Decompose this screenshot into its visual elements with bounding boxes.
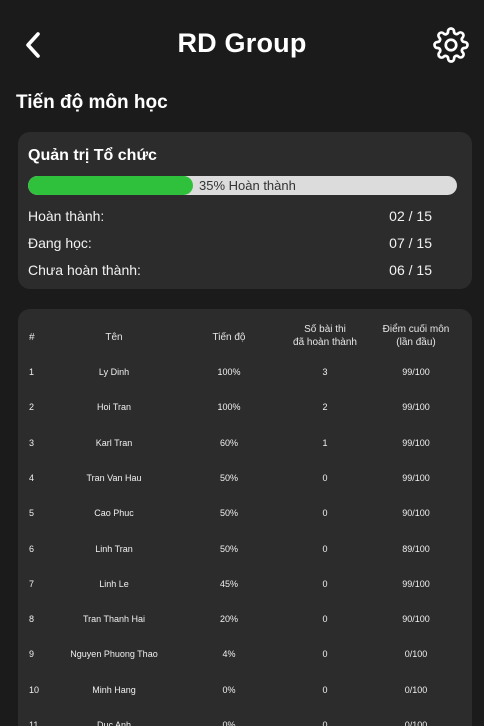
table-row[interactable]: 8 Tran Thanh Hai 20% 0 90/100 [18, 614, 472, 634]
cell-score: 99/100 [402, 367, 430, 377]
cell-index: 10 [29, 684, 40, 695]
stat-value: 06 / 15 [389, 262, 432, 278]
progress-label: 35% Hoàn thành [199, 178, 296, 193]
course-progress-bar: 35% Hoàn thành [28, 176, 457, 195]
cell-tests: 0 [322, 472, 328, 483]
header-score: Điểm cuối môn (lần đầu) [374, 323, 458, 349]
cell-progress: 50% [219, 508, 238, 519]
cell-progress: 4% [222, 649, 236, 660]
cell-progress: 50% [219, 472, 238, 483]
cell-score: 99/100 [402, 472, 430, 483]
gear-icon [433, 27, 469, 63]
cell-score: 90/100 [402, 508, 430, 519]
cell-index: 1 [29, 367, 35, 377]
stat-label: Hoàn thành: [28, 208, 105, 224]
cell-name: Duc Anh [96, 720, 132, 726]
header-tests: Số bài thi đã hoàn thành [280, 323, 370, 349]
cell-name: Cao Phuc [94, 508, 134, 519]
stat-value: 07 / 15 [389, 235, 432, 251]
cell-tests: 0 [322, 684, 328, 695]
table-row[interactable]: 10 Minh Hang 0% 0 0/100 [18, 685, 472, 705]
cell-tests: 0 [322, 578, 328, 589]
header-tests-line1: Số bài thi [304, 324, 346, 335]
header: RD Group [0, 0, 484, 90]
cell-score: 99/100 [402, 437, 430, 448]
table-row[interactable]: 7 Linh Le 45% 0 99/100 [18, 579, 472, 599]
cell-tests: 3 [322, 367, 328, 377]
course-name: Quản trị Tổ chức [28, 147, 157, 164]
cell-tests: 1 [322, 437, 328, 448]
stat-not-completed: Chưa hoàn thành: 06 / 15 [28, 262, 432, 282]
header-tests-line2: đã hoàn thành [293, 337, 357, 348]
table-row[interactable]: 11 Duc Anh 0% 0 0/100 [18, 720, 472, 726]
cell-progress: 45% [219, 578, 238, 589]
cell-tests: 0 [322, 543, 328, 554]
header-name: Tên [105, 332, 123, 343]
stat-value: 02 / 15 [389, 208, 432, 224]
cell-index: 5 [29, 508, 35, 519]
cell-score: 0/100 [404, 684, 428, 695]
page-title: RD Group [177, 28, 307, 58]
cell-name: Karl Tran [95, 437, 133, 448]
cell-index: 4 [29, 472, 35, 483]
header-progress: Tiến độ [212, 332, 246, 343]
cell-tests: 0 [322, 614, 328, 625]
cell-score: 0/100 [404, 649, 428, 660]
cell-name: Hoi Tran [96, 402, 131, 413]
header-score-line2: (lần đầu) [396, 337, 436, 348]
cell-index: 11 [29, 720, 39, 726]
cell-progress: 50% [219, 543, 238, 554]
progress-fill [28, 176, 194, 195]
app-screen: RD Group Tiến độ môn học Quản trị Tổ chứ… [0, 0, 484, 726]
cell-index: 7 [29, 578, 35, 589]
cell-tests: 0 [322, 720, 328, 726]
cell-name: Minh Hang [92, 684, 136, 695]
student-table: # Tên Tiến độ Số bài thi đã hoàn thành Đ… [18, 309, 472, 726]
table-row[interactable]: 2 Hoi Tran 100% 2 99/100 [18, 402, 472, 422]
cell-index: 8 [29, 614, 35, 625]
cell-tests: 0 [322, 649, 328, 660]
cell-score: 99/100 [402, 578, 430, 589]
cell-score: 90/100 [402, 614, 430, 625]
course-progress-card: Quản trị Tổ chức 35% Hoàn thành Hoàn thà… [18, 132, 472, 289]
table-row[interactable]: 6 Linh Tran 50% 0 89/100 [18, 544, 472, 564]
settings-button[interactable] [432, 26, 470, 64]
cell-tests: 0 [322, 508, 328, 519]
table-row[interactable]: 9 Nguyen Phuong Thao 4% 0 0/100 [18, 649, 472, 669]
cell-name: Ly Dinh [98, 367, 130, 377]
cell-index: 2 [29, 402, 35, 413]
cell-progress: 100% [217, 367, 241, 377]
table-row[interactable]: 4 Tran Van Hau 50% 0 99/100 [18, 473, 472, 493]
cell-score: 89/100 [402, 543, 430, 554]
stat-label: Đang học: [28, 235, 92, 251]
table-row[interactable]: 5 Cao Phuc 50% 0 90/100 [18, 508, 472, 528]
cell-score: 99/100 [402, 402, 430, 413]
cell-name: Linh Le [99, 578, 129, 589]
cell-name: Tran Van Hau [86, 472, 142, 483]
stat-in-progress: Đang học: 07 / 15 [28, 235, 432, 255]
cell-index: 3 [29, 437, 35, 448]
cell-index: 9 [29, 649, 35, 660]
cell-progress: 100% [217, 402, 241, 413]
table-row[interactable]: 3 Karl Tran 60% 1 99/100 [18, 438, 472, 458]
cell-name: Tran Thanh Hai [82, 614, 146, 625]
table-row[interactable]: 1 Ly Dinh 100% 3 99/100 [18, 367, 472, 387]
header-index: # [29, 332, 35, 343]
cell-tests: 2 [322, 402, 328, 413]
cell-progress: 0% [222, 720, 236, 726]
cell-progress: 60% [219, 437, 238, 448]
cell-progress: 20% [219, 614, 238, 625]
cell-index: 6 [29, 543, 35, 554]
header-score-line1: Điểm cuối môn [382, 324, 450, 335]
stat-label: Chưa hoàn thành: [28, 262, 141, 278]
cell-score: 0/100 [404, 720, 428, 726]
cell-name: Nguyen Phuong Thao [70, 649, 158, 660]
section-title: Tiến độ môn học [16, 92, 168, 113]
stat-completed: Hoàn thành: 02 / 15 [28, 208, 432, 228]
cell-progress: 0% [222, 684, 236, 695]
cell-name: Linh Tran [95, 543, 133, 554]
